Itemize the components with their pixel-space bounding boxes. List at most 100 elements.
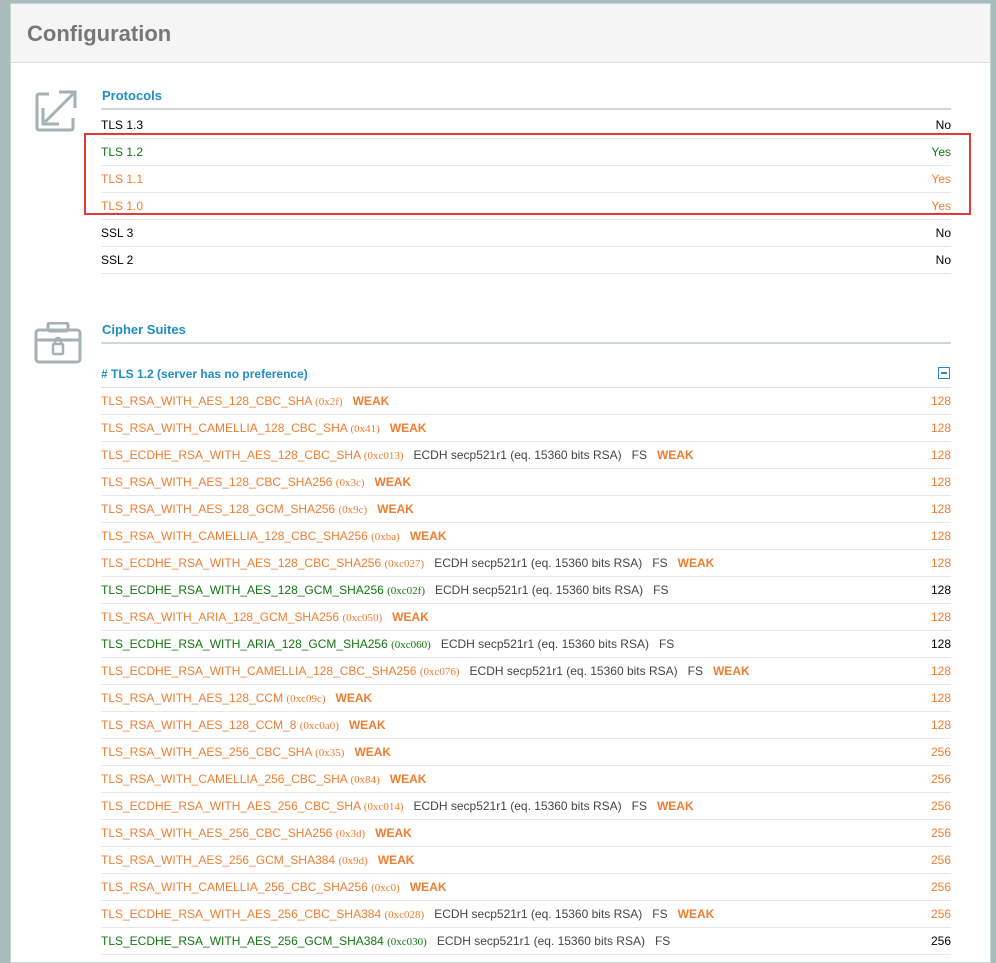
cipher-row: TLS_RSA_WITH_AES_128_CBC_SHA (0x2f) WEAK 1… xyxy=(101,388,951,415)
cipher-description: TLS_ECDHE_RSA_WITH_AES_256_CBC_SHA (0xc0… xyxy=(101,793,694,820)
weak-badge: WEAK xyxy=(335,691,373,705)
cipher-description: TLS_RSA_WITH_AES_128_CCM_8 (0xc0a0) WEAK xyxy=(101,712,386,739)
cipher-description: TLS_RSA_WITH_CAMELLIA_128_CBC_SHA (0x41)… xyxy=(101,415,426,442)
cipher-name: TLS_RSA_WITH_CAMELLIA_128_CBC_SHA256 xyxy=(101,529,368,543)
cipher-hex-code: (0xc0) xyxy=(371,882,400,894)
weak-badge: WEAK xyxy=(348,718,386,732)
cipher-forward-secrecy: FS xyxy=(654,934,671,948)
cipher-description: TLS_RSA_WITH_AES_128_CBC_SHA256 (0x3c) WE… xyxy=(101,469,411,496)
cipher-key-exchange: ECDH secp521r1 (eq. 15360 bits RSA) xyxy=(434,907,643,921)
page-title: Configuration xyxy=(27,21,172,46)
cipher-bits: 256 xyxy=(930,745,951,759)
cipher-row: TLS_ECDHE_RSA_WITH_AES_256_CBC_SHA (0xc0… xyxy=(101,793,951,820)
protocol-row: SSL 3 No xyxy=(101,220,951,247)
cipher-description: TLS_ECDHE_RSA_WITH_AES_128_CBC_SHA (0xc0… xyxy=(101,442,694,469)
cipher-row: TLS_RSA_WITH_AES_256_GCM_SHA384 (0x9d) WE… xyxy=(101,847,951,874)
cipher-name: TLS_RSA_WITH_CAMELLIA_256_CBC_SHA256 xyxy=(101,880,368,894)
protocols-divider xyxy=(101,108,951,110)
cipher-hex-code: (0x84) xyxy=(350,774,380,786)
cipher-bits: 128 xyxy=(930,664,951,678)
cipher-row: TLS_RSA_WITH_AES_256_CBC_SHA (0x35) WEAK 2… xyxy=(101,739,951,766)
cipher-row: TLS_RSA_WITH_CAMELLIA_128_CBC_SHA256 (0x… xyxy=(101,523,951,550)
protocol-support-value: No xyxy=(935,226,951,240)
cipher-hex-code: (0xba) xyxy=(371,531,400,543)
cipher-name: TLS_RSA_WITH_CAMELLIA_256_CBC_SHA xyxy=(101,772,348,786)
cipher-suites-title: Cipher Suites xyxy=(102,322,186,337)
protocol-name: SSL 2 xyxy=(101,253,134,267)
cipher-suites-divider xyxy=(101,342,951,344)
cipher-hex-code: (0x9c) xyxy=(338,504,368,516)
cipher-bits: 256 xyxy=(930,907,951,921)
tls12-group-label: # TLS 1.2 (server has no preference) xyxy=(101,367,308,381)
cipher-forward-secrecy: FS xyxy=(652,556,668,570)
cipher-bits: 256 xyxy=(930,799,951,813)
cipher-name: TLS_RSA_WITH_CAMELLIA_128_CBC_SHA xyxy=(101,421,348,435)
cipher-description: TLS_ECDHE_RSA_WITH_CAMELLIA_128_CBC_SHA2… xyxy=(101,658,750,685)
cipher-row: TLS_RSA_WITH_AES_128_CCM (0xc09c) WEAK 128 xyxy=(101,685,951,712)
panel-header: Configuration xyxy=(11,4,990,63)
cipher-row: TLS_ECDHE_RSA_WITH_AES_256_GCM_SHA384 (0… xyxy=(101,928,951,955)
protocol-support-value: No xyxy=(935,253,951,267)
cipher-bits: 128 xyxy=(930,475,951,489)
cipher-row: TLS_RSA_WITH_CAMELLIA_128_CBC_SHA (0x41)… xyxy=(101,415,951,442)
cipher-hex-code: (0xc076) xyxy=(419,666,460,678)
cipher-description: TLS_ECDHE_RSA_WITH_AES_256_GCM_SHA384 (0… xyxy=(101,928,670,955)
cipher-hex-code: (0xc050) xyxy=(342,612,383,624)
cipher-row: TLS_RSA_WITH_AES_256_CBC_SHA256 (0x3d) WE… xyxy=(101,820,951,847)
cipher-name: TLS_RSA_WITH_AES_128_CBC_SHA xyxy=(101,394,312,408)
cipher-hex-code: (0x2f) xyxy=(315,396,343,408)
cipher-row: TLS_RSA_WITH_AES_128_CBC_SHA256 (0x3c) WE… xyxy=(101,469,951,496)
cipher-description: TLS_ECDHE_RSA_WITH_AES_128_CBC_SHA256 (0… xyxy=(101,550,714,577)
cipher-bits: 256 xyxy=(930,880,951,894)
cipher-name: TLS_ECDHE_RSA_WITH_ARIA_128_GCM_SHA256 xyxy=(101,637,388,651)
cipher-row: TLS_ECDHE_RSA_WITH_AES_128_CBC_SHA256 (0… xyxy=(101,550,951,577)
cipher-row: TLS_ECDHE_RSA_WITH_AES_128_GCM_SHA256 (0… xyxy=(101,577,951,604)
cipher-bits: 256 xyxy=(930,853,951,867)
cipher-name: TLS_ECDHE_RSA_WITH_AES_128_GCM_SHA256 xyxy=(101,583,384,597)
cipher-row: TLS_ECDHE_RSA_WITH_AES_256_CBC_SHA384 (0… xyxy=(101,901,951,928)
weak-badge: WEAK xyxy=(677,907,715,921)
cipher-name: TLS_RSA_WITH_AES_128_GCM_SHA256 xyxy=(101,502,336,516)
weak-badge: WEAK xyxy=(389,772,427,786)
weak-badge: WEAK xyxy=(352,394,390,408)
cipher-name: TLS_ECDHE_RSA_WITH_AES_256_GCM_SHA384 xyxy=(101,934,384,948)
weak-badge: WEAK xyxy=(656,799,694,813)
cipher-name: TLS_ECDHE_RSA_WITH_AES_128_CBC_SHA256 xyxy=(101,556,382,570)
cipher-bits: 128 xyxy=(930,556,951,570)
cipher-key-exchange: ECDH secp521r1 (eq. 15360 bits RSA) xyxy=(440,637,649,651)
cipher-bits: 128 xyxy=(930,529,951,543)
cipher-description: TLS_RSA_WITH_AES_256_CBC_SHA256 (0x3d) WE… xyxy=(101,820,412,847)
cipher-name: TLS_RSA_WITH_ARIA_128_GCM_SHA256 xyxy=(101,610,340,624)
cipher-hex-code: (0x3c) xyxy=(335,477,365,489)
collapse-minus-icon[interactable] xyxy=(938,367,950,379)
cipher-row: TLS_RSA_WITH_AES_128_CCM_8 (0xc0a0) WEAK 1… xyxy=(101,712,951,739)
cipher-bits: 128 xyxy=(930,421,951,435)
cipher-description: TLS_RSA_WITH_CAMELLIA_256_CBC_SHA (0x84)… xyxy=(101,766,426,793)
weak-badge: WEAK xyxy=(712,664,750,678)
cipher-key-exchange: ECDH secp521r1 (eq. 15360 bits RSA) xyxy=(435,583,644,597)
cipher-bits: 128 xyxy=(930,637,951,651)
cipher-bits: 128 xyxy=(930,394,951,408)
cipher-key-exchange: ECDH secp521r1 (eq. 15360 bits RSA) xyxy=(436,934,645,948)
cipher-description: TLS_RSA_WITH_CAMELLIA_256_CBC_SHA256 (0x… xyxy=(101,874,447,901)
cipher-row: TLS_ECDHE_RSA_WITH_ARIA_128_GCM_SHA256 (… xyxy=(101,631,951,658)
weak-badge: WEAK xyxy=(677,556,715,570)
cipher-name: TLS_RSA_WITH_AES_256_CBC_SHA xyxy=(101,745,312,759)
cipher-hex-code: (0xc060) xyxy=(391,639,431,651)
cipher-hex-code: (0xc014) xyxy=(363,801,404,813)
cipher-forward-secrecy: FS xyxy=(631,799,647,813)
cipher-description: TLS_ECDHE_RSA_WITH_AES_128_GCM_SHA256 (0… xyxy=(101,577,668,604)
cipher-forward-secrecy: FS xyxy=(652,907,668,921)
cipher-forward-secrecy: FS xyxy=(658,637,675,651)
weak-badge: WEAK xyxy=(392,610,429,624)
highlight-box xyxy=(84,133,971,215)
cipher-name: TLS_ECDHE_RSA_WITH_AES_128_CBC_SHA xyxy=(101,448,361,462)
cipher-bits: 256 xyxy=(930,772,951,786)
weak-badge: WEAK xyxy=(389,421,427,435)
cipher-name: TLS_RSA_WITH_AES_128_CCM xyxy=(101,691,284,705)
cipher-description: TLS_RSA_WITH_AES_256_GCM_SHA384 (0x9d) WE… xyxy=(101,847,414,874)
toolbox-lock-icon xyxy=(34,321,82,364)
expand-arrows-icon xyxy=(35,86,81,132)
weak-badge: WEAK xyxy=(656,448,694,462)
cipher-hex-code: (0xc09c) xyxy=(286,693,326,705)
